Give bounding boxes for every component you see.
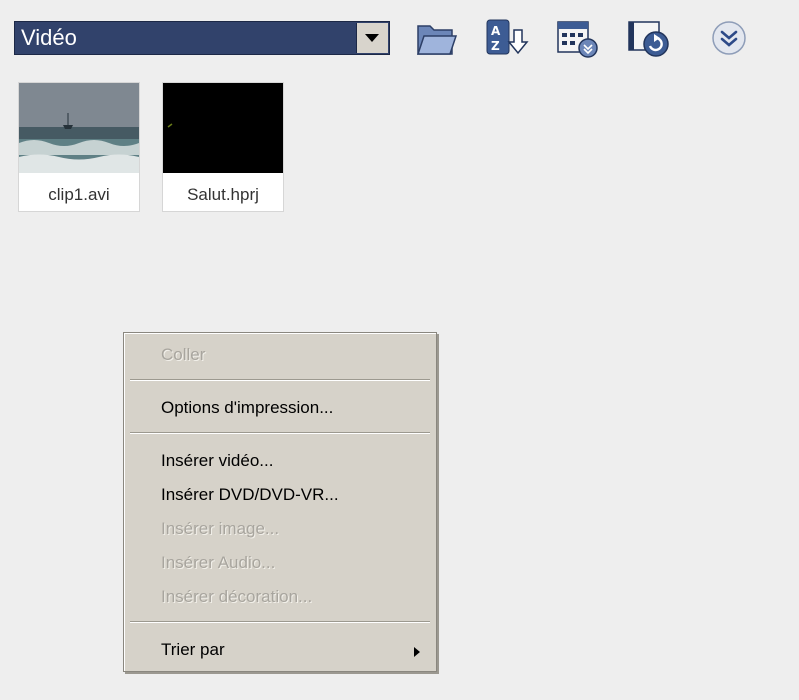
menu-item-insert-video[interactable]: Insérer vidéo... (161, 451, 273, 471)
media-type-value: Vidéo (21, 25, 77, 50)
dropdown-arrow-icon[interactable] (356, 23, 388, 53)
clip-label: Salut.hprj (187, 185, 259, 204)
submenu-arrow-icon (414, 647, 420, 657)
menu-item-insert-image[interactable]: Insérer image... (161, 519, 279, 539)
view-options-icon[interactable] (553, 16, 601, 60)
svg-text:Z: Z (491, 39, 500, 53)
sort-az-icon[interactable]: A Z (482, 16, 530, 60)
sea-image (19, 83, 139, 173)
menu-item-insert-dvd[interactable]: Insérer DVD/DVD-VR... (161, 485, 339, 505)
clip-label: clip1.avi (48, 185, 110, 204)
clip-thumbnail[interactable]: Salut.hprj (162, 82, 284, 212)
menu-item-paste[interactable]: Coller (161, 345, 205, 365)
svg-text:A: A (491, 24, 501, 38)
media-refresh-icon[interactable] (625, 16, 673, 60)
menu-separator (130, 432, 430, 434)
folder-icon[interactable] (412, 16, 460, 60)
clip-thumbnail[interactable]: clip1.avi (18, 82, 140, 212)
menu-item-insert-audio[interactable]: Insérer Audio... (161, 553, 275, 573)
project-image (163, 83, 283, 173)
menu-separator (130, 621, 430, 623)
media-type-dropdown[interactable]: Vidéo (14, 21, 390, 55)
menu-separator (130, 379, 430, 381)
menu-item-print-options[interactable]: Options d'impression... (161, 398, 333, 418)
context-menu: Coller Options d'impression... Insérer v… (123, 332, 437, 672)
menu-item-insert-decoration[interactable]: Insérer décoration... (161, 587, 312, 607)
menu-item-sort-by[interactable]: Trier par (161, 640, 225, 660)
more-chevron-icon[interactable] (705, 16, 753, 60)
